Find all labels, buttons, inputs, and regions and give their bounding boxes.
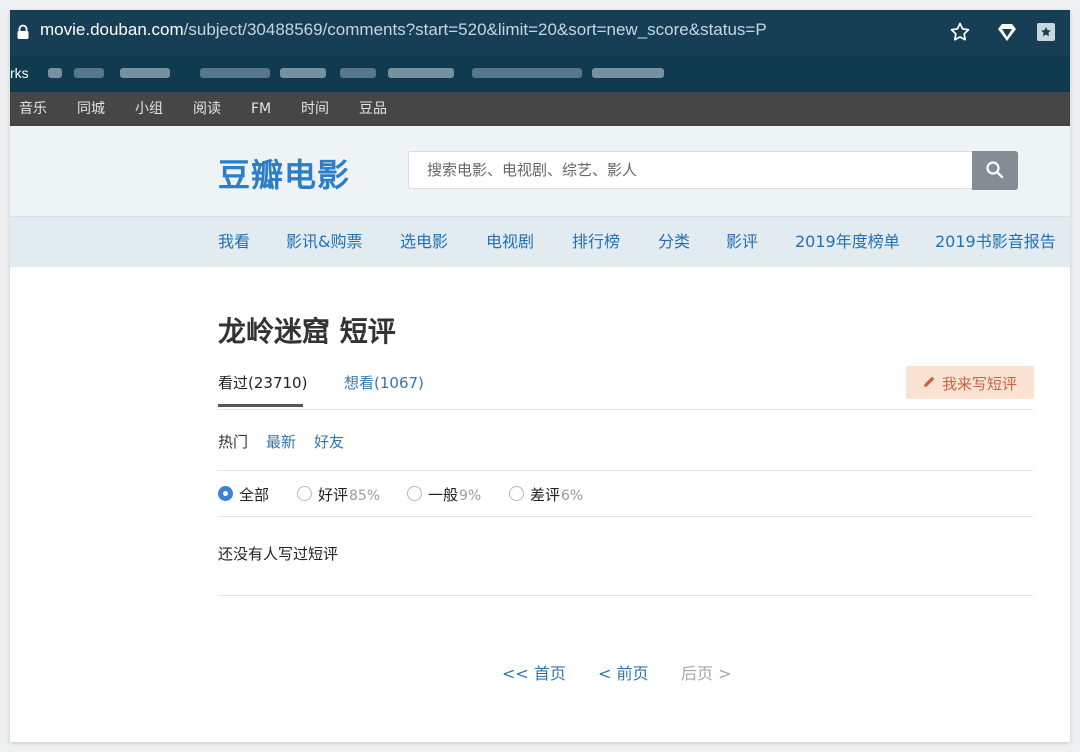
- search-button[interactable]: [972, 151, 1018, 190]
- global-nav-time[interactable]: 时间: [301, 92, 329, 126]
- global-nav-music[interactable]: 音乐: [19, 92, 47, 126]
- browser-window: movie.douban.com/subject/30488569/commen…: [10, 10, 1070, 742]
- search-icon: [986, 161, 1004, 179]
- douban-movie-logo[interactable]: 豆瓣电影: [218, 150, 350, 196]
- empty-message: 还没有人写过短评: [218, 545, 339, 563]
- blurred-bookmark[interactable]: [74, 68, 104, 78]
- global-nav-fm[interactable]: FM: [251, 92, 271, 126]
- sub-nav-annual-report[interactable]: 2019书影音报告: [935, 217, 1056, 267]
- blurred-bookmark[interactable]: [48, 68, 62, 78]
- sort-newest[interactable]: 最新: [266, 431, 296, 452]
- pencil-icon: [924, 376, 935, 387]
- sub-nav-tv[interactable]: 电视剧: [486, 217, 534, 267]
- radio-unchecked[interactable]: [509, 486, 524, 501]
- bookmarks-bar: rks: [10, 56, 1070, 92]
- radio-unchecked[interactable]: [297, 486, 312, 501]
- blurred-bookmark[interactable]: [340, 68, 376, 78]
- radio-unchecked[interactable]: [407, 486, 422, 501]
- url-path: /subject/30488569/comments?start=520&lim…: [183, 20, 767, 39]
- filter-positive-label: 好评: [318, 486, 349, 504]
- blurred-bookmark[interactable]: [280, 68, 326, 78]
- blurred-bookmark[interactable]: [120, 68, 170, 78]
- sub-nav-annual-list[interactable]: 2019年度榜单: [795, 217, 900, 267]
- sort-hot[interactable]: 热门: [218, 431, 248, 452]
- filter-neutral-percent: 9%: [459, 488, 482, 504]
- tab-watched[interactable]: 看过(23710): [218, 372, 307, 393]
- search-input[interactable]: [408, 151, 974, 189]
- write-comment-label: 我来写短评: [942, 375, 1018, 393]
- diamond-extension-icon[interactable]: [995, 20, 1019, 44]
- prev-page-link[interactable]: < 前页: [598, 660, 649, 684]
- page-title: 龙岭迷窟 短评: [218, 315, 396, 348]
- first-page-link[interactable]: << 首页: [502, 660, 566, 684]
- global-nav-read[interactable]: 阅读: [193, 92, 221, 126]
- global-nav-city[interactable]: 同城: [77, 92, 105, 126]
- filter-negative-percent: 6%: [561, 488, 584, 504]
- url-field[interactable]: movie.douban.com/subject/30488569/commen…: [40, 20, 767, 40]
- active-tab-indicator: [218, 404, 303, 407]
- filter-negative-label: 差评: [530, 486, 561, 504]
- url-host: movie.douban.com: [40, 20, 184, 39]
- star-icon[interactable]: [948, 20, 972, 44]
- movie-sub-nav: 我看 影讯&购票 选电影 电视剧 排行榜 分类 影评 2019年度榜单 2019…: [10, 216, 1070, 267]
- write-comment-button[interactable]: 我来写短评: [906, 366, 1034, 399]
- filter-neutral-label: 一般: [428, 486, 459, 504]
- address-bar: movie.douban.com/subject/30488569/commen…: [10, 10, 1070, 56]
- sub-nav-mine[interactable]: 我看: [218, 217, 250, 267]
- sub-nav-showtimes[interactable]: 影讯&购票: [286, 217, 362, 267]
- sub-nav-reviews[interactable]: 影评: [726, 217, 758, 267]
- sub-nav-tags[interactable]: 分类: [658, 217, 690, 267]
- tab-wish[interactable]: 想看(1067): [344, 372, 424, 393]
- sort-divider: [218, 470, 1033, 471]
- movie-header: 豆瓣电影: [10, 126, 1070, 216]
- radio-checked[interactable]: [218, 486, 233, 501]
- sub-nav-explore[interactable]: 选电影: [400, 217, 448, 267]
- filter-divider: [218, 516, 1033, 517]
- filter-all-label: 全部: [239, 486, 270, 504]
- tabs-divider: [218, 409, 1033, 410]
- global-nav-group[interactable]: 小组: [135, 92, 163, 126]
- blurred-bookmark[interactable]: [472, 68, 582, 78]
- blurred-bookmark[interactable]: [592, 68, 664, 78]
- bookmarks-label: rks: [10, 65, 29, 81]
- content-divider: [218, 595, 1033, 596]
- next-page-disabled: 后页 >: [681, 664, 732, 683]
- sort-friends[interactable]: 好友: [314, 431, 344, 452]
- blurred-bookmark[interactable]: [388, 68, 454, 78]
- filter-positive-percent: 85%: [349, 488, 381, 504]
- global-nav-market[interactable]: 豆品: [359, 92, 387, 126]
- bookmark-extension-icon[interactable]: [1034, 20, 1058, 44]
- sub-nav-charts[interactable]: 排行榜: [572, 217, 620, 267]
- lock-icon: [17, 24, 29, 39]
- blurred-bookmark[interactable]: [200, 68, 270, 78]
- douban-global-nav: 音乐 同城 小组 阅读 FM 时间 豆品: [10, 92, 1070, 126]
